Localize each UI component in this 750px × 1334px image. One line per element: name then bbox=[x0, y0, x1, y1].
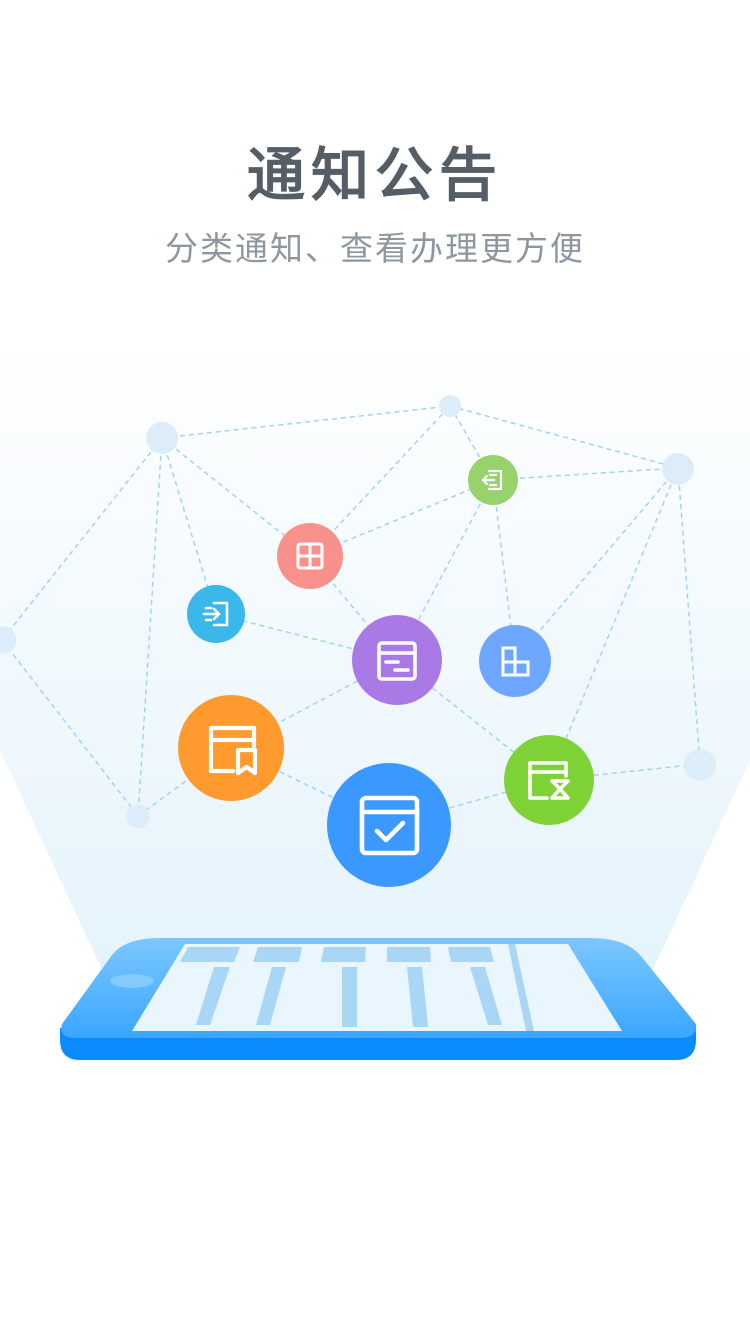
hourglass-doc-icon bbox=[504, 735, 594, 825]
document-icon bbox=[352, 615, 442, 705]
phone-illustration bbox=[60, 938, 697, 1060]
grid-icon bbox=[277, 523, 343, 589]
login-icon bbox=[187, 585, 245, 643]
check-calendar-icon bbox=[327, 763, 451, 887]
notification-illustration bbox=[0, 330, 750, 1060]
logout-icon bbox=[468, 455, 518, 505]
blocks-icon bbox=[479, 625, 551, 697]
bookmark-doc-icon bbox=[178, 695, 284, 801]
